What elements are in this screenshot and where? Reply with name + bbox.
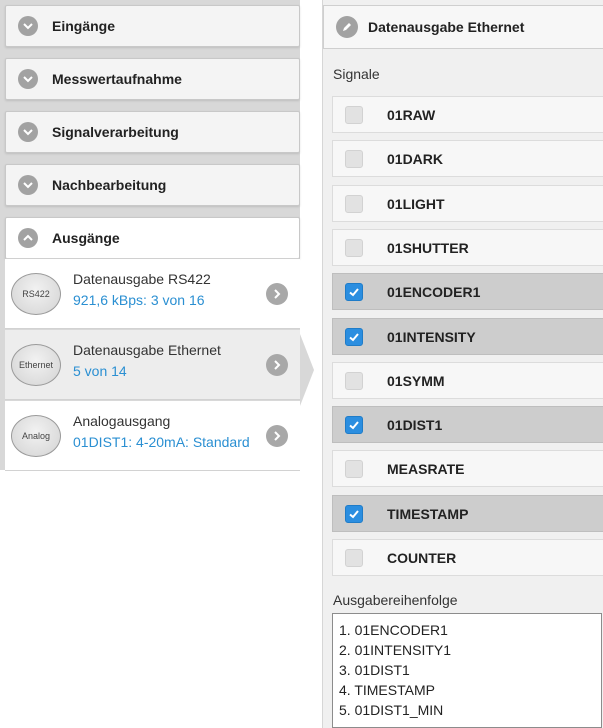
checkbox-checked[interactable] (345, 327, 363, 346)
selection-pointer (300, 334, 314, 406)
signal-label: 01DARK (387, 150, 444, 167)
panel-header: Datenausgabe Ethernet (323, 5, 603, 49)
signal-label: 01RAW (387, 106, 436, 123)
pencil-icon (336, 16, 358, 38)
order-item[interactable]: 4. TIMESTAMP (339, 680, 601, 700)
chevron-right-icon[interactable] (266, 354, 288, 376)
signal-row-01intensity[interactable]: 01INTENSITY (332, 318, 603, 355)
chevron-down-icon (18, 122, 38, 142)
output-item-rs422[interactable]: RS422 Datenausgabe RS422 921,6 kBps: 3 v… (5, 259, 300, 329)
signal-row-01light[interactable]: 01LIGHT (332, 185, 603, 222)
checkbox-unchecked[interactable] (345, 548, 363, 567)
checkbox-checked[interactable] (345, 282, 363, 301)
checkbox-unchecked[interactable] (345, 149, 363, 168)
section-messwertaufnahme[interactable]: Messwertaufnahme (5, 58, 300, 100)
signal-row-measrate[interactable]: MEASRATE (332, 450, 603, 487)
checkbox-unchecked[interactable] (345, 194, 363, 213)
chevron-down-icon (18, 175, 38, 195)
signal-row-01symm[interactable]: 01SYMM (332, 362, 603, 399)
signal-label: 01SHUTTER (387, 239, 469, 256)
output-title: Datenausgabe Ethernet (73, 342, 221, 358)
chevron-down-icon (18, 16, 38, 36)
chevron-right-icon[interactable] (266, 283, 288, 305)
signals-label: Signale (333, 66, 380, 82)
output-title: Datenausgabe RS422 (73, 271, 211, 287)
order-item[interactable]: 2. 01INTENSITY1 (339, 640, 601, 660)
order-item[interactable]: 5. 01DIST1_MIN (339, 700, 601, 720)
checkbox-unchecked[interactable] (345, 238, 363, 257)
output-item-analog[interactable]: Analog Analogausgang 01DIST1: 4-20mA: St… (5, 401, 300, 471)
section-nachbearbeitung[interactable]: Nachbearbeitung (5, 164, 300, 206)
ethernet-icon: Ethernet (11, 344, 61, 386)
chevron-down-icon (18, 69, 38, 89)
signal-label: COUNTER (387, 549, 457, 566)
section-label: Nachbearbeitung (52, 177, 167, 193)
signal-label: MEASRATE (387, 460, 465, 477)
section-signalverarbeitung[interactable]: Signalverarbeitung (5, 111, 300, 153)
output-value: 01DIST1: 4-20mA: Standard (73, 434, 250, 450)
output-value: 5 von 14 (73, 363, 127, 379)
signal-row-01raw[interactable]: 01RAW (332, 96, 603, 133)
signal-label: TIMESTAMP (387, 505, 469, 522)
section-ausgaenge[interactable]: Ausgänge (5, 217, 300, 259)
signal-row-01dist1[interactable]: 01DIST1 (332, 406, 603, 443)
output-title: Analogausgang (73, 413, 171, 429)
output-value: 921,6 kBps: 3 von 16 (73, 292, 205, 308)
signal-label: 01SYMM (387, 372, 445, 389)
signal-label: 01DIST1 (387, 416, 443, 433)
checkbox-checked[interactable] (345, 504, 363, 523)
order-item[interactable]: 3. 01DIST1 (339, 660, 601, 680)
checkbox-unchecked[interactable] (345, 371, 363, 390)
panel-title: Datenausgabe Ethernet (368, 19, 525, 35)
order-item[interactable]: 1. 01ENCODER1 (339, 620, 601, 640)
ethernet-output-panel: Datenausgabe Ethernet Signale 01RAW 01DAR… (322, 0, 603, 728)
checkbox-unchecked[interactable] (345, 105, 363, 124)
checkbox-checked[interactable] (345, 415, 363, 434)
signal-row-01encoder1[interactable]: 01ENCODER1 (332, 273, 603, 310)
signal-label: 01INTENSITY (387, 328, 476, 345)
section-eingaenge[interactable]: Eingänge (5, 5, 300, 47)
settings-navigation: Eingänge Messwertaufnahme Signalverarbei… (0, 0, 314, 728)
rs422-icon: RS422 (11, 273, 61, 315)
chevron-up-icon (18, 228, 38, 248)
signal-label: 01ENCODER1 (387, 283, 481, 300)
chevron-right-icon[interactable] (266, 425, 288, 447)
section-label: Ausgänge (52, 230, 120, 246)
signal-row-timestamp[interactable]: TIMESTAMP (332, 495, 603, 532)
signal-row-counter[interactable]: COUNTER (332, 539, 603, 576)
signal-row-01shutter[interactable]: 01SHUTTER (332, 229, 603, 266)
checkbox-unchecked[interactable] (345, 459, 363, 478)
section-label: Eingänge (52, 18, 116, 34)
signal-label: 01LIGHT (387, 195, 445, 212)
section-label: Signalverarbeitung (52, 124, 179, 140)
output-order-list[interactable]: 1. 01ENCODER1 2. 01INTENSITY1 3. 01DIST1 4.… (332, 613, 602, 728)
output-item-ethernet[interactable]: Ethernet Datenausgabe Ethernet 5 von 14 (5, 330, 300, 400)
section-label: Messwertaufnahme (52, 71, 182, 87)
output-order-label: Ausgabereihenfolge (333, 592, 458, 608)
signal-row-01dark[interactable]: 01DARK (332, 140, 603, 177)
analog-icon: Analog (11, 415, 61, 457)
